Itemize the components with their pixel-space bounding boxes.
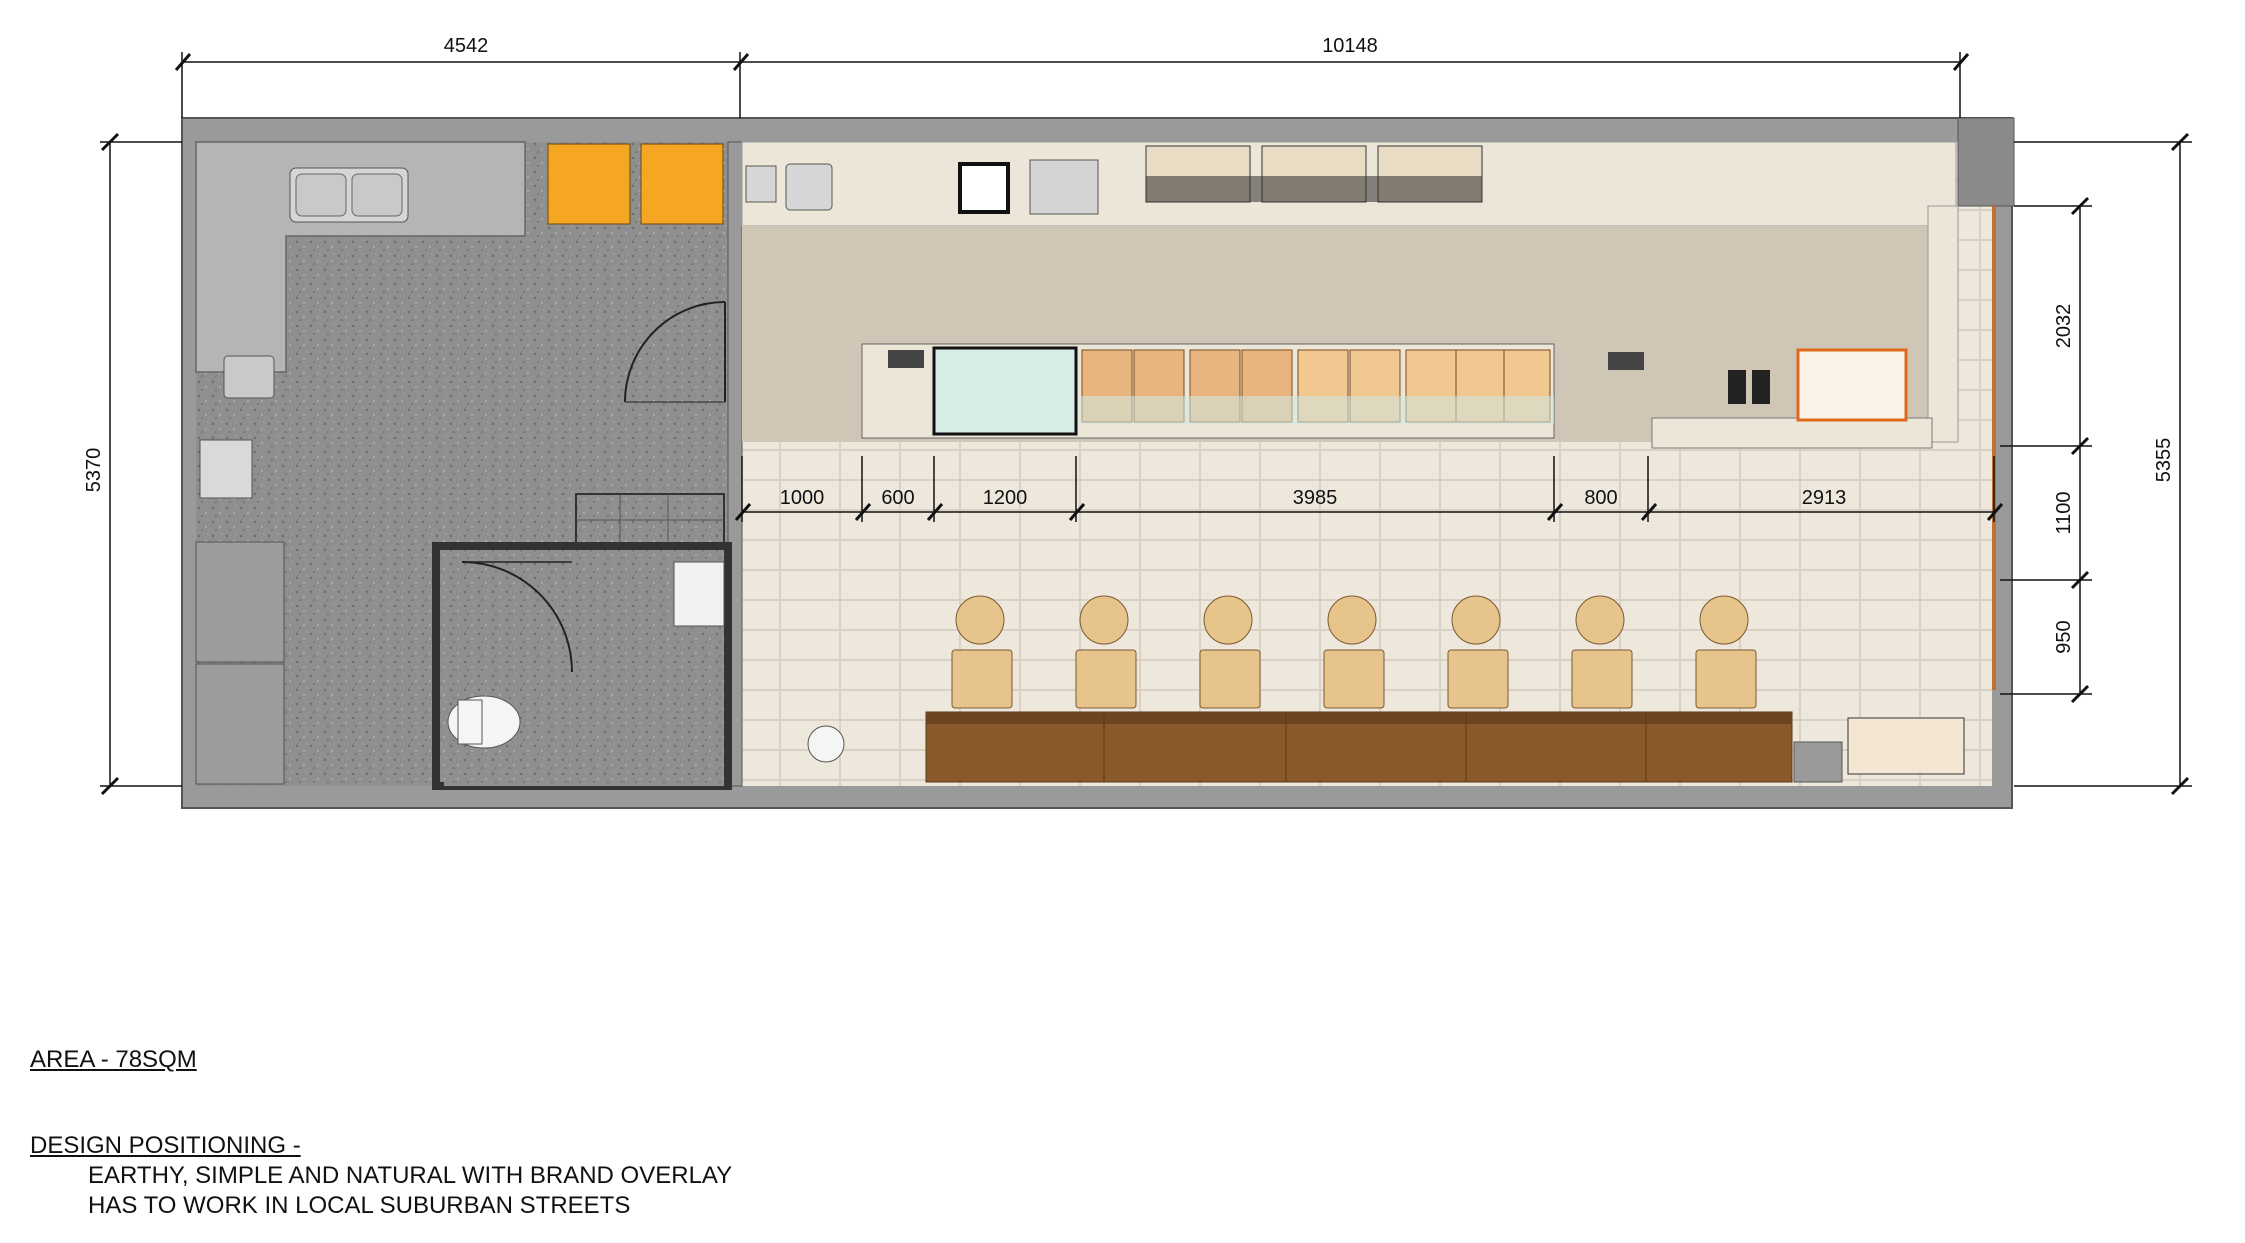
entry-mat — [1793, 741, 1843, 783]
table-set-2 — [1075, 595, 1137, 709]
table-set-1 — [951, 595, 1013, 709]
entry-planter — [1847, 717, 1965, 775]
dim-counter-seg-3: 1200 — [983, 487, 1028, 509]
storage-unit-1 — [195, 541, 285, 663]
area-note: AREA - 78SQM — [30, 1046, 197, 1073]
bin — [807, 725, 845, 763]
wc-basin — [673, 561, 725, 627]
dim-counter-seg-6: 2913 — [1802, 487, 1847, 509]
dim-right-seg-3: 950 — [2053, 620, 2075, 653]
dim-top-kitchen: 4542 — [444, 35, 489, 57]
design-line-1: EARTHY, SIMPLE AND NATURAL WITH BRAND OV… — [88, 1162, 733, 1189]
bakery-floor-plan: 4542 10148 5370 5355 2032 1100 950 1000 … — [83, 35, 2192, 809]
orange-appliance-2 — [640, 143, 724, 225]
table-set-7 — [1695, 595, 1757, 709]
glass-display-cold — [932, 346, 1078, 436]
sink-bowl-left — [295, 173, 347, 217]
dim-counter-seg-5: 800 — [1584, 487, 1617, 509]
dim-right-seg-1: 2032 — [2053, 304, 2075, 349]
register-right — [1608, 352, 1644, 370]
donut-display — [1796, 348, 1908, 422]
back-hand-sink-1 — [745, 165, 777, 203]
prep-sink — [223, 355, 275, 399]
coffee-machine — [958, 162, 1010, 214]
dim-right-depth: 5355 — [2153, 438, 2175, 483]
table-set-6 — [1571, 595, 1633, 709]
sink-bowl-right — [351, 173, 403, 217]
storage-unit-2 — [195, 663, 285, 785]
table-set-5 — [1447, 595, 1509, 709]
dim-right-seg-2: 1100 — [2053, 491, 2075, 534]
espresso-grinder-1 — [1728, 370, 1746, 404]
dim-counter-seg-1: 1000 — [780, 487, 825, 509]
back-hand-sink-2 — [785, 163, 833, 211]
design-line-2: HAS TO WORK IN LOCAL SUBURBAN STREETS — [88, 1192, 631, 1219]
corner-column — [1957, 117, 2015, 207]
espresso-grinder-2 — [1752, 370, 1770, 404]
orange-appliance-1 — [547, 143, 631, 225]
register-left — [888, 350, 924, 368]
right-service-bench — [1927, 205, 1959, 443]
design-positioning-heading: DESIGN POSITIONING - — [30, 1132, 301, 1159]
dim-counter-seg-4: 3985 — [1293, 487, 1338, 509]
side-counter — [1651, 417, 1933, 449]
table-set-3 — [1199, 595, 1261, 709]
dim-top-shop: 10148 — [1322, 35, 1378, 57]
dim-counter-seg-2: 600 — [881, 487, 914, 509]
steel-cabinet — [1029, 159, 1099, 215]
table-set-4 — [1323, 595, 1385, 709]
hand-basin — [199, 439, 253, 499]
dim-left-depth: 5370 — [83, 448, 105, 493]
